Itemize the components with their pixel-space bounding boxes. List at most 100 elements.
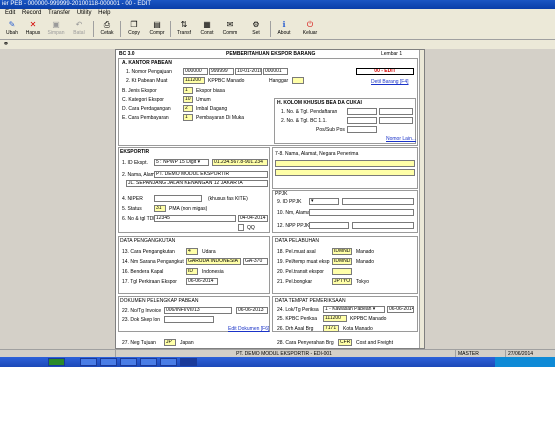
- cetak-button[interactable]: ⎙ Cetak: [97, 19, 117, 39]
- penerima-nama-field[interactable]: [275, 160, 415, 167]
- kantor-muat-code[interactable]: 111200: [183, 77, 205, 84]
- negara-field[interactable]: JP: [164, 339, 176, 346]
- cara-angkut-field[interactable]: 4: [186, 248, 198, 255]
- nipier-field[interactable]: [154, 195, 202, 202]
- application-window: ier PEB - 000000-999999-20100118-000001 …: [0, 0, 555, 367]
- bc11-tgl-field[interactable]: [379, 117, 413, 124]
- menu-help[interactable]: Help: [98, 9, 110, 18]
- kategori-name: Umum: [196, 97, 211, 103]
- ppjk-id-field[interactable]: [342, 198, 414, 205]
- pos-field[interactable]: [347, 126, 377, 133]
- lok-date-field[interactable]: 06-06-2014: [387, 306, 414, 313]
- compr-button[interactable]: ▤ Compr: [147, 19, 167, 39]
- taskbar-app-2[interactable]: [100, 358, 117, 366]
- transf-button[interactable]: ⇅ Transf: [174, 19, 194, 39]
- ppjk-npwp-field[interactable]: [309, 222, 349, 229]
- taskbar-app-5[interactable]: [160, 358, 177, 366]
- section-pelabuhan: [272, 236, 418, 294]
- detil-barang-link[interactable]: Detil Barang [F4]: [371, 79, 409, 85]
- nomor-field-4[interactable]: 000001: [263, 68, 288, 75]
- invoice-no-field[interactable]: 006/INFI/VII/13: [164, 307, 232, 314]
- ppjk-tgl-field[interactable]: [352, 222, 414, 229]
- hanggar-field[interactable]: [292, 77, 304, 84]
- status-field[interactable]: 31: [154, 205, 166, 212]
- ppjk-id-select[interactable]: ▾: [309, 198, 339, 205]
- taskbar-app-3[interactable]: [120, 358, 137, 366]
- perdagangan-field[interactable]: 2: [183, 105, 193, 112]
- taskbar-app-active[interactable]: [180, 358, 197, 366]
- qq-checkbox[interactable]: [238, 224, 244, 231]
- penerima-alamat-field[interactable]: [275, 169, 415, 176]
- skep-field[interactable]: [164, 316, 214, 323]
- about-button[interactable]: ℹ About: [274, 19, 294, 39]
- edit-dokumen-link[interactable]: Edit Dokumen [F6]: [228, 326, 269, 332]
- menu-bar: Edit Record Transfer Utility Help: [0, 9, 555, 18]
- penyerahan-field[interactable]: CFR: [338, 339, 352, 346]
- toolbar-separator: [270, 21, 271, 37]
- invoice-date-field[interactable]: 06-06-2013: [236, 307, 268, 314]
- menu-edit[interactable]: Edit: [5, 9, 15, 18]
- secondary-toolbar: ⚭: [0, 40, 555, 49]
- nomor-date-field[interactable]: 10-01-2010: [235, 68, 262, 75]
- bendera-label: 16. Bendera Kapal: [122, 269, 164, 275]
- copy-button[interactable]: ❐ Copy: [124, 19, 144, 39]
- kpbc-field[interactable]: 111200: [323, 315, 347, 322]
- bendera-name: Indonesia: [202, 269, 224, 275]
- nomor-field-2[interactable]: 999999: [209, 68, 234, 75]
- menu-utility[interactable]: Utility: [77, 9, 92, 18]
- delete-icon: ✕: [29, 20, 37, 29]
- menu-transfer[interactable]: Transfer: [48, 9, 70, 18]
- bongkar-field[interactable]: JPTYO: [332, 278, 352, 285]
- binoculars-icon[interactable]: ⚭: [3, 41, 9, 48]
- tgl-perkiraan-field[interactable]: 06-06-2014: [186, 278, 218, 285]
- perdagangan-name: Imbal Dagang: [196, 106, 228, 112]
- taskbar-app-4[interactable]: [140, 358, 157, 366]
- sarana-name-field[interactable]: GARUDA INDONESIA: [186, 258, 241, 265]
- nomor-field-1[interactable]: 000000: [183, 68, 208, 75]
- pendaftaran-no-field[interactable]: [347, 108, 377, 115]
- bc11-no-field[interactable]: [347, 117, 377, 124]
- muat-asal-field[interactable]: IDMND: [332, 248, 352, 255]
- jenis-field[interactable]: 1: [183, 87, 193, 94]
- jenis-label: B. Jenis Ekspor: [122, 88, 157, 94]
- status-name: PMA (non migas): [169, 206, 208, 212]
- taskbar: [0, 357, 555, 367]
- const-button[interactable]: ▦ Const: [197, 19, 217, 39]
- muat-ekspor-name: Manado: [356, 259, 375, 265]
- kpbc-name: KPPBC Manado: [350, 316, 387, 322]
- batal-button[interactable]: ↶ Batal: [69, 19, 89, 39]
- simpan-button[interactable]: ▣ Simpan: [46, 19, 66, 39]
- nomor-lain-link[interactable]: Nomor Lain...: [386, 136, 416, 142]
- ubah-button[interactable]: ✎ Ubah: [2, 19, 22, 39]
- kantor-muat-label: 2. Kt Pabean Muat: [126, 78, 168, 84]
- id-value-field[interactable]: 01.234.567.8-901.234: [212, 159, 268, 166]
- tdp-date-field[interactable]: 04-04-2014: [238, 215, 268, 222]
- nama-field[interactable]: PT. DEMO MODUL EKSPORTIR: [154, 171, 268, 178]
- keluar-button[interactable]: ⏻ Keluar: [300, 19, 320, 39]
- ppjk-nama-field[interactable]: [309, 209, 414, 216]
- kategori-field[interactable]: 10: [183, 96, 193, 103]
- set-button[interactable]: ⚙ Set: [246, 19, 266, 39]
- sarana-no-field[interactable]: GA-370: [243, 258, 268, 265]
- comm-button[interactable]: ✉ Comm: [220, 19, 240, 39]
- compare-icon: ▤: [153, 20, 161, 29]
- id-type-select[interactable]: 5 : NPWP 15 Digit ▾: [154, 159, 209, 166]
- hapus-button[interactable]: ✕ Hapus: [23, 19, 43, 39]
- tdp-field[interactable]: 12345: [154, 215, 236, 222]
- alamat-field[interactable]: JL. SEPANJANG JALAN KENANGAN 12 JAKARTA: [126, 180, 268, 187]
- nipier-label: 4. NIPER: [122, 196, 143, 202]
- pendaftaran-tgl-field[interactable]: [379, 108, 413, 115]
- qq-label: QQ: [247, 225, 255, 231]
- lok-select[interactable]: 1 - Kawasan Pabean ▾: [323, 306, 385, 313]
- bendera-field[interactable]: ID: [186, 268, 198, 275]
- lok-label: 24. Lok/Tg Periksa: [277, 307, 319, 313]
- start-button[interactable]: [48, 358, 65, 366]
- pembayaran-field[interactable]: 1: [183, 114, 193, 121]
- menu-record[interactable]: Record: [22, 9, 41, 18]
- muat-ekspor-field[interactable]: IDMND: [332, 258, 352, 265]
- vertical-scrollbar[interactable]: [419, 50, 424, 348]
- taskbar-app-1[interactable]: [80, 358, 97, 366]
- kategori-label: C. Kategori Ekspor: [122, 97, 164, 103]
- daerah-field[interactable]: 7171: [323, 325, 339, 332]
- transit-field[interactable]: [332, 268, 352, 275]
